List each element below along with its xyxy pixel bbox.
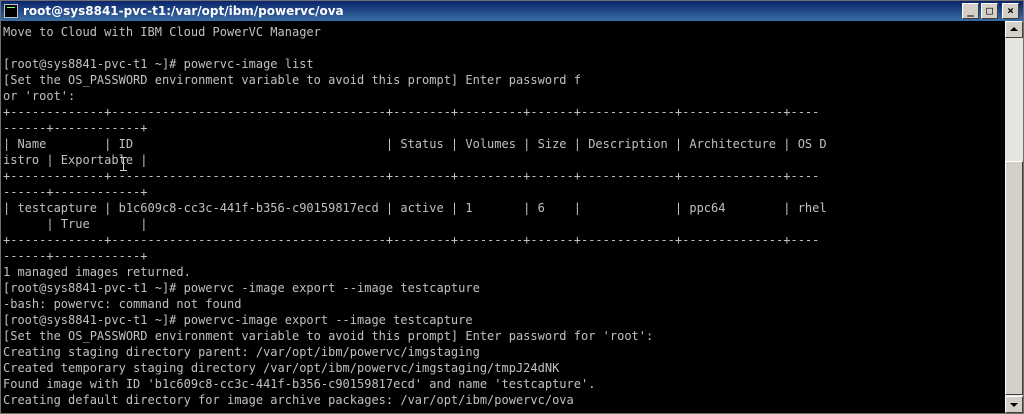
terminal-line: ------+------------+ xyxy=(3,185,148,199)
terminal-line: 1 managed images returned. xyxy=(3,265,191,279)
putty-window: root@sys8841-pvc-t1:/var/opt/ibm/powervc… xyxy=(0,0,1024,414)
terminal-line: Found image with ID 'b1c609c8-cc3c-441f-… xyxy=(3,377,596,391)
arrow-down-icon xyxy=(1010,403,1018,407)
terminal-line: Creating staging directory parent: /var/… xyxy=(3,345,480,359)
scroll-up-button[interactable] xyxy=(1005,21,1023,38)
terminal-line: [root@sys8841-pvc-t1 ~]# powervc-image e… xyxy=(3,313,473,327)
maximize-button[interactable]: □ xyxy=(981,3,998,19)
vertical-scrollbar[interactable] xyxy=(1005,21,1023,413)
arrow-up-icon xyxy=(1010,27,1018,31)
terminal-line: +-------------+-------------------------… xyxy=(3,105,820,119)
terminal-line: | testcapture | b1c609c8-cc3c-441f-b356-… xyxy=(3,201,827,215)
terminal-line: [root@sys8841-pvc-t1 ~]# powervc -image … xyxy=(3,281,480,295)
terminal-line: | True | xyxy=(3,217,148,231)
scrollbar-thumb[interactable] xyxy=(1005,161,1023,395)
terminal-line: ------+------------+ xyxy=(3,121,148,135)
terminal-lines: Move to Cloud with IBM Cloud PowerVC Man… xyxy=(3,24,827,408)
terminal-line: ------+------------+ xyxy=(3,249,148,263)
terminal-line: [Set the OS_PASSWORD environment variabl… xyxy=(3,73,581,87)
terminal-line: Move to Cloud with IBM Cloud PowerVC Man… xyxy=(3,25,321,39)
terminal-line: or 'root': xyxy=(3,89,76,103)
terminal-output[interactable]: Move to Cloud with IBM Cloud PowerVC Man… xyxy=(1,21,1005,413)
terminal-line: Created temporary staging directory /var… xyxy=(3,361,560,375)
terminal-app-icon[interactable] xyxy=(4,4,18,18)
terminal-line: Creating default directory for image arc… xyxy=(3,393,574,407)
title-bar[interactable]: root@sys8841-pvc-t1:/var/opt/ibm/powervc… xyxy=(1,1,1023,21)
terminal-line: [root@sys8841-pvc-t1 ~]# powervc-image l… xyxy=(3,57,314,71)
close-button[interactable]: × xyxy=(1002,3,1019,19)
terminal-line: | Name | ID | Status | Volumes | Size | … xyxy=(3,137,827,151)
terminal-line: [Set the OS_PASSWORD environment variabl… xyxy=(3,329,654,343)
terminal-line: -bash: powervc: command not found xyxy=(3,297,242,311)
window-title: root@sys8841-pvc-t1:/var/opt/ibm/powervc… xyxy=(23,4,344,18)
text-cursor-icon xyxy=(120,157,127,171)
scroll-down-button[interactable] xyxy=(1005,396,1023,413)
minimize-button[interactable]: _ xyxy=(962,3,979,19)
terminal-line: +-------------+-------------------------… xyxy=(3,233,820,247)
